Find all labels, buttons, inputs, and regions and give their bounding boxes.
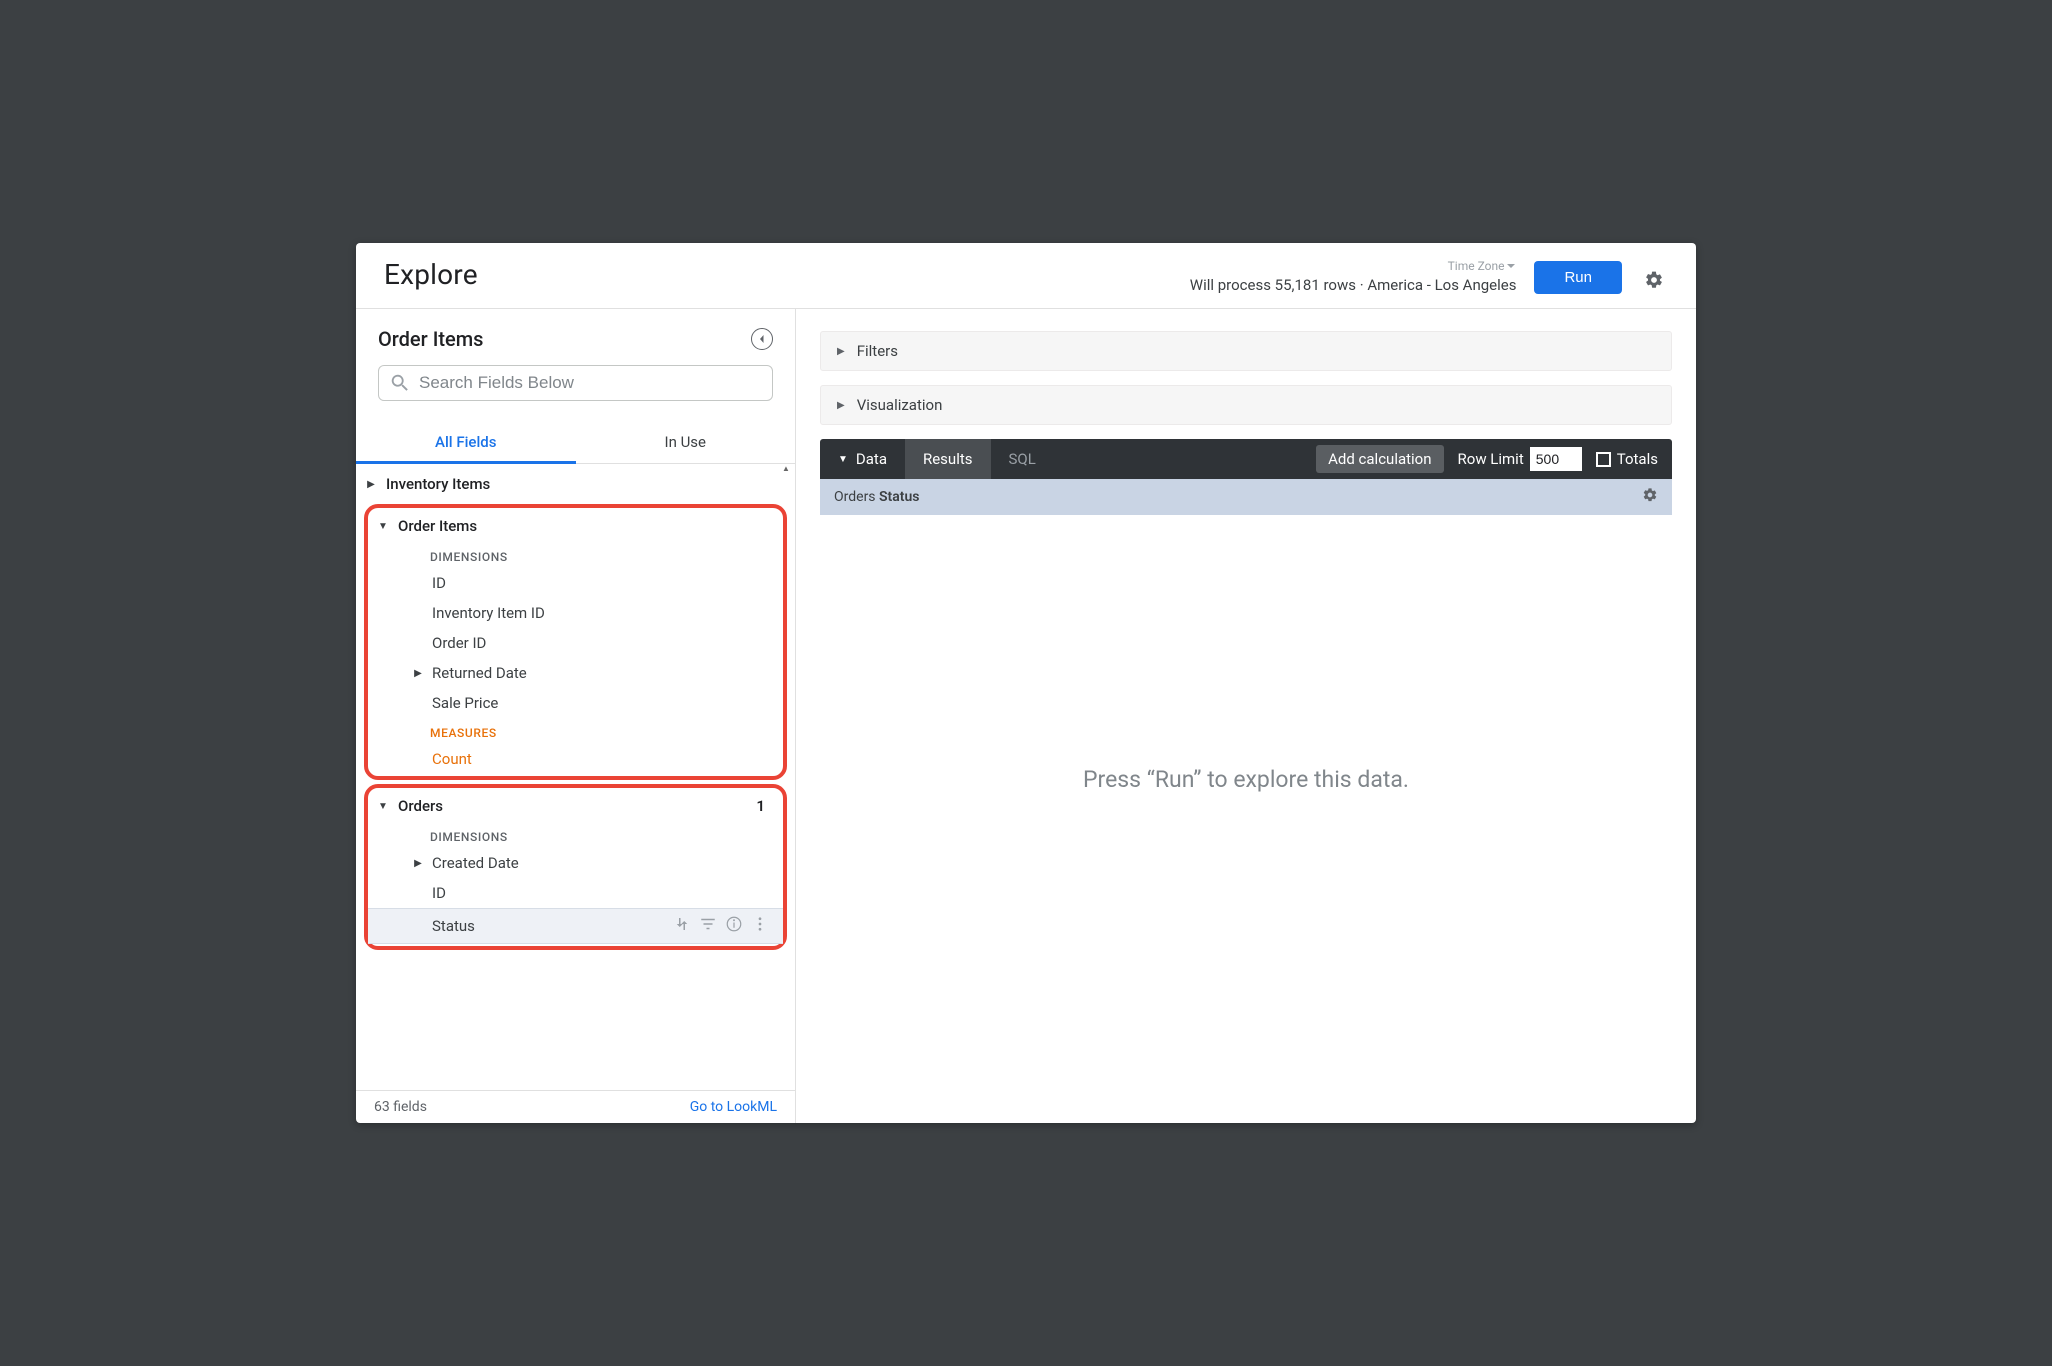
view-field-count: 1	[756, 797, 765, 815]
field-label: Sale Price	[430, 694, 498, 712]
search-box[interactable]	[378, 365, 773, 401]
run-placeholder: Press “Run” to explore this data.	[820, 515, 1672, 1123]
info-icon[interactable]	[725, 915, 743, 937]
settings-button[interactable]	[1640, 266, 1668, 294]
view-inventory-items[interactable]: Inventory Items	[356, 468, 795, 500]
chevron-down-icon	[1506, 261, 1516, 271]
field-action-icons	[673, 915, 775, 937]
search-input[interactable]	[419, 373, 762, 393]
app-window: Explore Time Zone Will process 55,181 ro…	[356, 243, 1696, 1123]
dimensions-heading: DIMENSIONS	[368, 542, 783, 568]
column-view: Orders	[834, 489, 879, 505]
panel-label: Filters	[857, 342, 898, 360]
sidebar-footer: 63 fields Go to LookML	[356, 1090, 795, 1123]
column-title: Orders Status	[834, 489, 920, 505]
page-title: Explore	[384, 258, 478, 291]
row-info: Will process 55,181 rows · America - Los…	[1190, 276, 1517, 294]
checkbox-icon	[1596, 452, 1611, 467]
column-settings-button[interactable]	[1642, 487, 1658, 507]
highlight-orders: Orders 1 DIMENSIONS ▶ Created Date ID St…	[364, 784, 787, 950]
panel-label: Visualization	[857, 396, 943, 414]
field-count[interactable]: Count	[368, 744, 783, 774]
body: Order Items All Fields In Use	[356, 309, 1696, 1123]
field-order-id[interactable]: Order ID	[368, 628, 783, 658]
data-column-header[interactable]: Orders Status	[820, 479, 1672, 515]
field-label: Count	[430, 750, 472, 768]
go-to-lookml-link[interactable]: Go to LookML	[690, 1099, 777, 1115]
view-label: Orders	[398, 797, 443, 815]
view-orders[interactable]: Orders 1	[368, 790, 783, 822]
dimensions-heading: DIMENSIONS	[368, 822, 783, 848]
run-button[interactable]: Run	[1534, 261, 1622, 294]
results-label: Results	[923, 450, 973, 468]
totals-toggle[interactable]: Totals	[1596, 450, 1658, 468]
search-wrap	[356, 357, 795, 401]
header-info: Time Zone Will process 55,181 rows · Ame…	[1190, 255, 1517, 294]
main-content: ▶ Filters ▶ Visualization ▼ Data Results…	[796, 309, 1696, 1123]
caret-right-icon	[366, 479, 376, 490]
header-right: Time Zone Will process 55,181 rows · Ame…	[1190, 255, 1668, 294]
visualization-panel[interactable]: ▶ Visualization	[820, 385, 1672, 425]
field-inventory-item-id[interactable]: Inventory Item ID	[368, 598, 783, 628]
field-label: Inventory Item ID	[430, 604, 545, 622]
field-label: Returned Date	[430, 664, 527, 682]
row-limit-label: Row Limit	[1458, 450, 1524, 468]
data-bar: ▼ Data Results SQL Add calculation Row L…	[820, 439, 1672, 479]
scroll-up-indicator[interactable]	[779, 464, 793, 474]
field-count-label: 63 fields	[374, 1099, 427, 1115]
collapse-sidebar-button[interactable]	[751, 328, 773, 350]
sidebar-tabs: All Fields In Use	[356, 423, 795, 464]
caret-down-icon	[378, 521, 388, 532]
field-sale-price[interactable]: Sale Price	[368, 688, 783, 718]
sidebar-header: Order Items	[356, 309, 795, 357]
row-limit-input[interactable]	[1530, 447, 1582, 471]
field-label: Order ID	[430, 634, 486, 652]
totals-label: Totals	[1617, 450, 1658, 468]
column-field: Status	[879, 489, 919, 505]
sidebar: Order Items All Fields In Use	[356, 309, 796, 1123]
field-label: Created Date	[430, 854, 519, 872]
field-label: ID	[430, 574, 446, 592]
field-id[interactable]: ID	[368, 568, 783, 598]
chevron-left-icon	[757, 334, 767, 344]
tab-in-use[interactable]: In Use	[576, 423, 796, 464]
caret-down-icon: ▼	[838, 454, 848, 465]
field-created-date[interactable]: ▶ Created Date	[368, 848, 783, 878]
data-label: Data	[856, 450, 887, 468]
view-label: Order Items	[398, 517, 477, 535]
add-calculation-button[interactable]: Add calculation	[1316, 445, 1443, 473]
sql-tab[interactable]: SQL	[991, 439, 1054, 479]
pivot-icon[interactable]	[673, 915, 691, 937]
gear-icon	[1644, 270, 1664, 290]
sql-label: SQL	[1009, 450, 1036, 468]
highlight-order-items: Order Items DIMENSIONS ID Inventory Item…	[364, 504, 787, 780]
timezone-dropdown[interactable]: Time Zone	[1448, 259, 1517, 273]
more-icon[interactable]	[751, 915, 769, 937]
measures-heading: MEASURES	[368, 718, 783, 744]
timezone-label: Time Zone	[1448, 259, 1505, 273]
view-order-items[interactable]: Order Items	[368, 510, 783, 542]
header: Explore Time Zone Will process 55,181 ro…	[356, 243, 1696, 309]
caret-right-icon: ▶	[837, 400, 845, 411]
caret-right-icon: ▶	[837, 346, 845, 357]
data-tab[interactable]: ▼ Data	[820, 439, 905, 479]
field-list[interactable]: Inventory Items Order Items DIMENSIONS I…	[356, 464, 795, 1090]
field-returned-date[interactable]: ▶ Returned Date	[368, 658, 783, 688]
caret-right-icon: ▶	[412, 668, 424, 679]
search-icon	[389, 372, 411, 394]
results-tab[interactable]: Results	[905, 439, 991, 479]
field-label: ID	[430, 884, 446, 902]
tab-all-fields[interactable]: All Fields	[356, 423, 576, 464]
filter-icon[interactable]	[699, 915, 717, 937]
gear-icon	[1642, 487, 1658, 503]
field-orders-id[interactable]: ID	[368, 878, 783, 908]
view-label: Inventory Items	[386, 475, 490, 493]
sidebar-title: Order Items	[378, 327, 483, 351]
field-label: Status	[430, 917, 475, 935]
field-status[interactable]: Status	[368, 908, 783, 944]
filters-panel[interactable]: ▶ Filters	[820, 331, 1672, 371]
caret-right-icon: ▶	[412, 858, 424, 869]
caret-down-icon	[378, 801, 388, 812]
